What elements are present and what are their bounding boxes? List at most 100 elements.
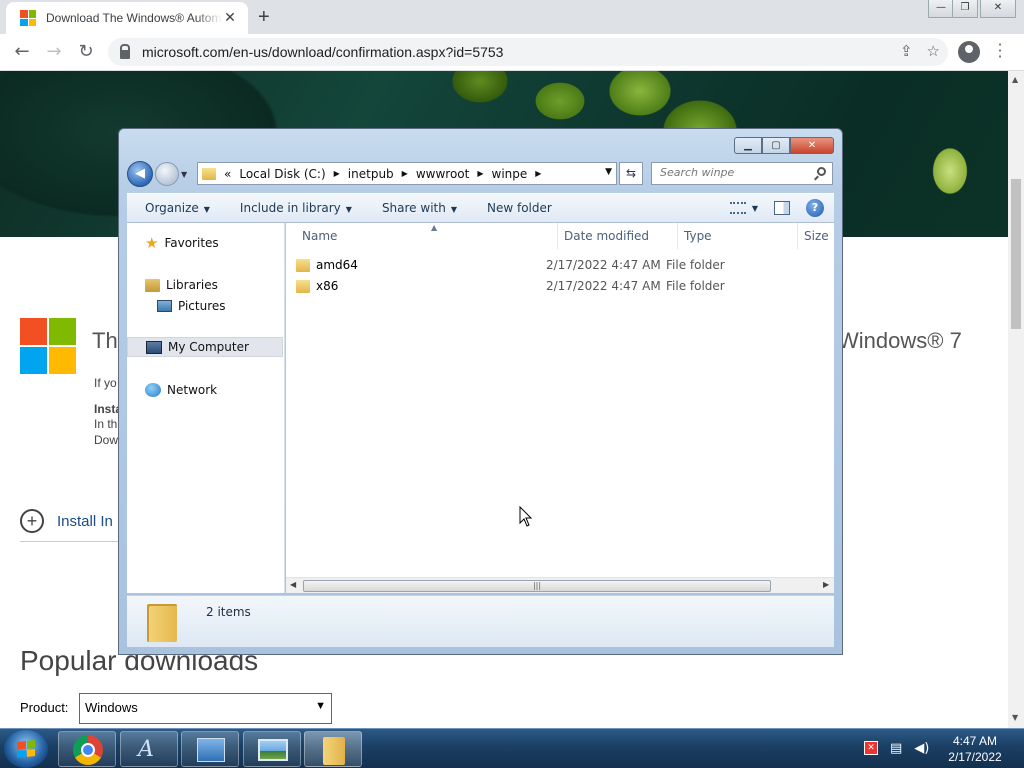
recent-pages-dropdown-icon[interactable]: ▼ — [181, 170, 187, 179]
breadcrumb-item[interactable]: Local Disk (C:) — [239, 167, 325, 181]
breadcrumb-overflow[interactable]: « — [224, 167, 231, 181]
help-icon[interactable]: ? — [806, 199, 824, 217]
breadcrumb-separator-icon[interactable]: ▶ — [334, 169, 340, 178]
font-app-icon: A — [138, 737, 154, 762]
new-tab-button[interactable]: + — [258, 6, 270, 29]
column-header-date-modified[interactable]: Date modified — [558, 223, 678, 249]
star-icon: ★ — [145, 234, 159, 252]
microsoft-logo — [20, 318, 76, 374]
include-in-library-button[interactable]: Include in library ▼ — [240, 201, 352, 215]
nav-item-pictures[interactable]: Pictures — [127, 296, 283, 316]
folder-icon — [202, 167, 216, 180]
scroll-down-icon[interactable]: ▼ — [1012, 713, 1018, 722]
horizontal-scrollbar[interactable]: ◀ ||| ▶ — [286, 577, 834, 593]
breadcrumb-separator-icon[interactable]: ▶ — [477, 169, 483, 178]
clock-time: 4:47 AM — [952, 734, 998, 748]
forward-arrow-icon[interactable]: → — [42, 40, 66, 64]
explorer-folder-icon — [323, 737, 345, 765]
preview-pane-icon[interactable] — [774, 201, 790, 215]
scrollbar-thumb[interactable] — [1011, 179, 1021, 329]
change-view-icon[interactable] — [729, 202, 746, 214]
scroll-right-icon[interactable]: ▶ — [823, 580, 829, 589]
sort-arrow-icon: ▲ — [431, 223, 438, 232]
refresh-icon[interactable]: ⇆ — [619, 162, 643, 185]
forward-arrow-icon[interactable] — [155, 162, 179, 186]
breadcrumb-separator-icon[interactable]: ▶ — [402, 169, 408, 178]
search-icon[interactable] — [817, 167, 826, 176]
lock-icon — [120, 43, 130, 59]
taskbar-image-viewer-button[interactable] — [243, 731, 301, 767]
start-button[interactable] — [4, 730, 48, 768]
column-header-type[interactable]: Type — [678, 223, 798, 249]
taskbar-clock[interactable]: 4:47 AM 2/17/2022 — [940, 733, 1010, 765]
organize-label: Organize — [145, 201, 199, 215]
browser-tab[interactable]: Download The Windows® Automated Installa… — [6, 2, 248, 34]
file-date: 2/17/2022 4:47 AM — [546, 258, 661, 272]
explorer-close-button[interactable]: ✕ — [790, 137, 834, 154]
file-list: Name ▲ Date modified Type Size amd64 2/1… — [286, 223, 834, 593]
nav-item-favorites[interactable]: ★ Favorites — [127, 233, 283, 253]
column-header-name[interactable]: Name ▲ — [296, 223, 558, 249]
url-text: microsoft.com/en-us/download/confirmatio… — [142, 44, 504, 60]
menu-kebab-icon[interactable]: · · · — [996, 37, 1004, 65]
file-row[interactable]: x86 2/17/2022 4:47 AM File folder — [296, 276, 826, 296]
nav-item-network[interactable]: Network — [127, 380, 283, 400]
horizontal-scrollbar-thumb[interactable]: ||| — [303, 580, 771, 592]
explorer-maximize-button[interactable]: ▢ — [762, 137, 790, 154]
scroll-left-icon[interactable]: ◀ — [290, 580, 296, 589]
bookmark-star-icon[interactable]: ☆ — [927, 42, 940, 60]
search-input[interactable]: Search winpe — [651, 162, 833, 185]
organize-button[interactable]: Organize ▼ — [145, 201, 210, 215]
folder-icon — [147, 604, 177, 642]
page-scrollbar[interactable]: ▲ ▼ — [1008, 71, 1024, 728]
volume-icon[interactable]: ◀) — [914, 741, 929, 756]
window-restore-button[interactable]: ❐ — [952, 0, 978, 18]
divider — [20, 541, 120, 542]
tab-strip: Download The Windows® Automated Installa… — [0, 0, 1024, 34]
action-center-flag-icon[interactable]: ✕ — [864, 741, 878, 755]
column-header-label: Name — [302, 229, 338, 243]
new-folder-button[interactable]: New folder — [487, 201, 552, 215]
taskbar-explorer-button[interactable] — [304, 731, 362, 767]
breadcrumb-item[interactable]: inetpub — [348, 167, 394, 181]
file-type: File folder — [666, 279, 725, 293]
include-in-library-label: Include in library — [239, 201, 341, 215]
nav-item-libraries[interactable]: Libraries — [127, 275, 283, 295]
profile-avatar-icon[interactable] — [958, 41, 980, 63]
libraries-icon — [145, 278, 160, 292]
explorer-window: ▁ ▢ ✕ ◀ ▼ « Local Disk (C:) ▶ inetpub ▶ ww… — [118, 128, 843, 655]
breadcrumb-item[interactable]: wwwroot — [416, 167, 470, 181]
taskbar-app-button[interactable]: A — [120, 731, 178, 767]
nav-item-my-computer[interactable]: My Computer — [127, 337, 283, 357]
nav-label: Libraries — [166, 278, 218, 292]
breadcrumb-separator-icon[interactable]: ▶ — [535, 169, 541, 178]
taskbar-control-panel-button[interactable] — [181, 731, 239, 767]
clock-date: 2/17/2022 — [948, 750, 1002, 764]
window-close-button[interactable]: ✕ — [980, 0, 1016, 18]
column-header-size[interactable]: Size — [798, 223, 834, 249]
folder-icon — [296, 258, 310, 272]
breadcrumb-item[interactable]: winpe — [492, 167, 528, 181]
window-minimize-button[interactable]: — — [928, 0, 954, 18]
explorer-minimize-button[interactable]: ▁ — [734, 137, 762, 154]
file-row[interactable]: amd64 2/17/2022 4:47 AM File folder — [296, 255, 826, 275]
taskbar-chrome-button[interactable] — [58, 731, 116, 767]
share-with-button[interactable]: Share with ▼ — [382, 201, 457, 215]
network-tray-icon[interactable]: ▤ — [890, 741, 902, 756]
install-instructions-link[interactable]: + Install In — [20, 509, 113, 533]
product-select[interactable]: Windows ▼ — [79, 693, 332, 724]
scroll-up-icon[interactable]: ▲ — [1012, 75, 1018, 84]
view-dropdown-icon[interactable]: ▼ — [752, 204, 758, 213]
browser-toolbar: ← → ↻ microsoft.com/en-us/download/confi… — [0, 34, 1024, 71]
reload-icon[interactable]: ↻ — [74, 40, 98, 64]
product-label: Product: — [20, 700, 69, 715]
microsoft-favicon-icon — [20, 10, 36, 26]
tab-close-icon[interactable]: ✕ — [222, 10, 238, 26]
back-arrow-icon[interactable]: ← — [10, 40, 34, 64]
page-heading-end: Windows® 7 — [838, 328, 962, 353]
explorer-address-bar[interactable]: « Local Disk (C:) ▶ inetpub ▶ wwwroot ▶ win… — [197, 162, 617, 185]
address-bar[interactable]: microsoft.com/en-us/download/confirmatio… — [108, 38, 948, 66]
address-dropdown-icon[interactable]: ▼ — [605, 167, 612, 177]
back-arrow-icon[interactable]: ◀ — [127, 161, 153, 187]
share-icon[interactable]: ⇪ — [900, 42, 913, 60]
